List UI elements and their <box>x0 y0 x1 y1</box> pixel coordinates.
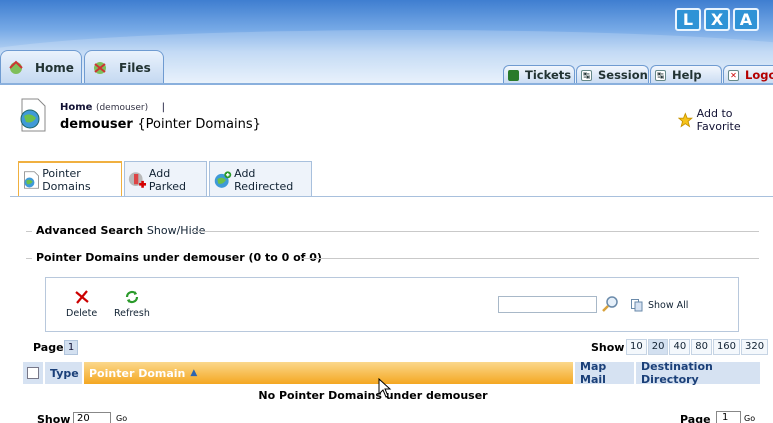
show-option-10[interactable]: 10 <box>626 339 647 355</box>
column-map-mail-label: Map Mail <box>580 360 607 386</box>
add-redirected-icon <box>214 170 232 188</box>
list-title-rule-left <box>26 258 32 259</box>
breadcrumb-separator: | <box>161 102 165 113</box>
column-pointer-domain[interactable]: Pointer Domain ▲ <box>84 362 575 384</box>
column-type[interactable]: Type <box>45 362 84 384</box>
add-to-favorite-label: Add to Favorite <box>696 107 741 133</box>
bottom-pager: Show 20 Go Page 1 Go <box>23 409 760 423</box>
header-banner: L X A Home Files Tickets ↹ Session ↹ Hel… <box>0 0 773 84</box>
page-number-1[interactable]: 1 <box>64 340 78 355</box>
files-icon <box>94 61 106 74</box>
breadcrumb: Home (demouser) | <box>60 102 165 113</box>
tab-home-label: Home <box>35 60 74 75</box>
star-icon <box>678 112 693 128</box>
logo-letter-l: L <box>675 8 701 31</box>
bottom-page-label: Page <box>680 413 711 423</box>
subtab-add-parked[interactable]: Add Parked <box>124 161 207 197</box>
sort-ascending-icon: ▲ <box>190 368 198 378</box>
pointer-domains-icon <box>24 171 39 189</box>
column-map-mail[interactable]: Map Mail <box>575 360 636 386</box>
column-type-label: Type <box>50 366 79 380</box>
page-title-user: demouser <box>60 117 133 132</box>
tab-tickets-label: Tickets <box>525 68 572 82</box>
tab-session[interactable]: ↹ Session <box>576 65 649 84</box>
advanced-search-rule-left <box>26 231 32 232</box>
show-options: 10 20 40 80 160 320 <box>626 339 769 355</box>
breadcrumb-home[interactable]: Home <box>60 102 92 113</box>
tab-files-label: Files <box>119 60 151 75</box>
tab-help[interactable]: ↹ Help <box>650 65 722 84</box>
page-label: Page <box>33 341 64 354</box>
column-destination-directory-label: Destination Directory <box>641 360 713 386</box>
bottom-show-select[interactable]: 20 <box>73 412 111 423</box>
logo-letter-x: X <box>704 8 730 31</box>
delete-icon <box>74 290 89 304</box>
show-all-icon <box>631 299 643 312</box>
empty-table-message: No Pointer Domains under demouser <box>258 389 488 402</box>
select-all-cell <box>23 362 45 384</box>
home-icon <box>9 60 23 74</box>
pointer-domain-page-icon <box>20 98 46 132</box>
search-input[interactable] <box>498 296 597 313</box>
tab-tickets[interactable]: Tickets <box>503 65 575 84</box>
bottom-page-input[interactable]: 1 <box>716 411 741 423</box>
column-destination-directory[interactable]: Destination Directory <box>636 360 760 386</box>
subtab-add-redirected-label: Add Redirected <box>234 166 294 193</box>
toolbar-box: Delete Refresh Show All <box>45 277 739 332</box>
session-icon: ↹ <box>581 69 592 81</box>
bottom-page-go-button[interactable]: Go <box>744 414 755 423</box>
show-option-40[interactable]: 40 <box>669 339 691 355</box>
search-icon[interactable] <box>602 295 620 313</box>
advanced-search-label: Advanced Search <box>36 224 144 237</box>
logout-icon: ✕ <box>728 69 739 81</box>
bottom-go-button[interactable]: Go <box>116 414 127 423</box>
select-all-checkbox[interactable] <box>27 367 39 379</box>
subtab-add-redirected[interactable]: Add Redirected <box>209 161 312 197</box>
tab-logout-label: Logo <box>745 68 773 82</box>
delete-label: Delete <box>66 308 98 319</box>
advanced-search-title: Advanced Search Show/Hide <box>36 224 205 237</box>
subtab-add-parked-label: Add Parked <box>148 166 187 193</box>
lxa-logo: L X A <box>675 8 759 31</box>
show-all-label: Show All <box>648 300 689 311</box>
show-option-80[interactable]: 80 <box>691 339 712 355</box>
show-option-20[interactable]: 20 <box>647 339 669 355</box>
list-title: Pointer Domains under demouser (0 to 0 o… <box>36 251 322 264</box>
tab-files[interactable]: Files <box>84 50 164 84</box>
page-title: demouser {Pointer Domains} <box>60 117 261 132</box>
show-label: Show <box>591 341 625 354</box>
sub-tabs: Pointer Domains Add Parked Add Redirecte… <box>18 161 314 197</box>
breadcrumb-user: (demouser) <box>95 103 149 113</box>
bottom-show-label: Show <box>37 413 71 423</box>
list-title-rule <box>300 258 759 259</box>
show-option-160[interactable]: 160 <box>712 339 741 355</box>
show-all-button[interactable]: Show All <box>631 299 688 312</box>
tab-home[interactable]: Home <box>0 50 82 84</box>
add-parked-icon <box>128 171 147 188</box>
nav-strip <box>0 83 773 85</box>
refresh-label: Refresh <box>114 308 150 319</box>
tab-session-label: Session <box>598 68 648 82</box>
advanced-search-rule <box>192 231 759 232</box>
page-title-section: {Pointer Domains} <box>137 117 261 132</box>
refresh-button[interactable]: Refresh <box>114 290 150 319</box>
delete-button[interactable]: Delete <box>66 290 97 319</box>
subtabs-divider <box>10 196 773 197</box>
column-pointer-domain-label: Pointer Domain <box>89 366 186 380</box>
tab-logout[interactable]: ✕ Logo <box>723 65 773 84</box>
refresh-icon <box>125 290 139 304</box>
help-icon: ↹ <box>655 69 666 81</box>
subtab-pointer-domains-label: Pointer Domains <box>42 167 91 193</box>
add-to-favorite-link[interactable]: Add to Favorite <box>678 107 773 133</box>
subtab-pointer-domains[interactable]: Pointer Domains <box>18 161 122 197</box>
tickets-icon <box>508 69 519 81</box>
logo-letter-a: A <box>733 8 759 31</box>
mouse-cursor-icon <box>378 378 392 398</box>
tab-help-label: Help <box>672 68 702 82</box>
show-option-320[interactable]: 320 <box>741 339 769 355</box>
